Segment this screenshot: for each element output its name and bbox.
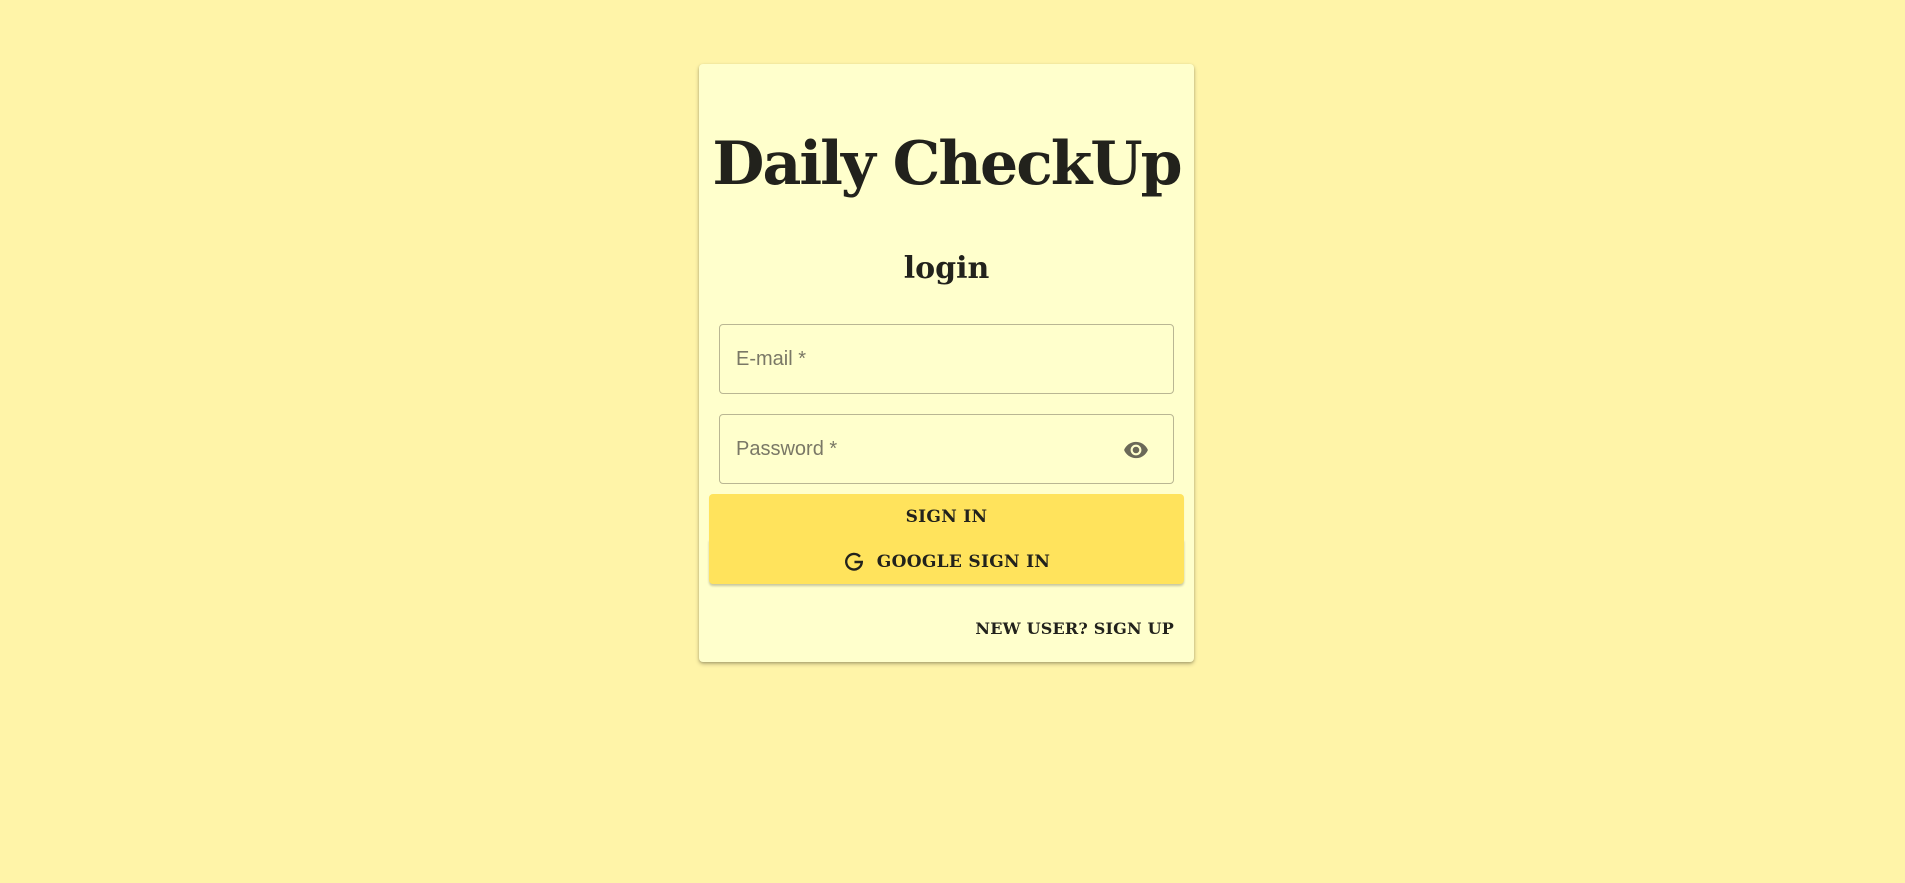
login-heading: login xyxy=(903,251,990,286)
google-sign-in-label: GOOGLE SIGN IN xyxy=(876,551,1051,572)
email-input[interactable] xyxy=(720,325,1173,393)
google-sign-in-button[interactable]: GOOGLE SIGN IN xyxy=(709,539,1184,584)
email-field xyxy=(719,324,1174,394)
google-g-icon xyxy=(843,551,865,573)
app-title: Daily CheckUp xyxy=(712,129,1182,199)
sign-in-label: SIGN IN xyxy=(905,506,988,527)
eye-icon xyxy=(1124,441,1148,459)
sign-in-button[interactable]: SIGN IN xyxy=(709,494,1184,539)
sign-up-link[interactable]: NEW USER? SIGN UP xyxy=(975,619,1174,638)
password-input[interactable] xyxy=(720,415,1173,483)
password-field xyxy=(719,414,1174,484)
login-card: Daily CheckUp login SIGN IN GOOGLE SIGN … xyxy=(699,64,1194,662)
show-password-toggle[interactable] xyxy=(1121,437,1151,463)
